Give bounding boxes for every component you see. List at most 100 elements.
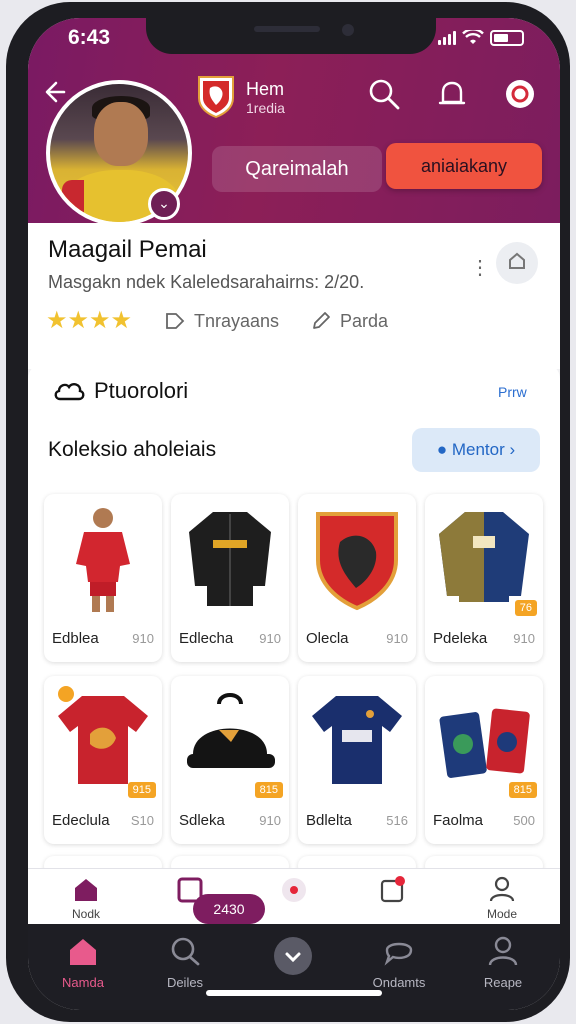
user-icon [489,876,515,902]
mentor-button[interactable]: ● Mentor › [412,428,540,472]
product-label: Sdleka [179,812,225,829]
scarf-image [439,708,530,778]
share-icon [509,252,525,269]
jacket-image [189,512,271,606]
player-kit-image [76,508,130,612]
product-label: Bdlelta [306,812,352,829]
product-card[interactable]: Olecla 910 [298,494,416,662]
chevron-right-icon: › [509,440,516,459]
tab-inbox[interactable] [354,876,430,909]
nav-home[interactable]: Namda [38,936,128,990]
price-tag: 915 [127,782,156,798]
more-options-icon[interactable]: ⋮ [470,255,490,280]
product-card[interactable]: Bdlelta 516 [298,676,416,844]
bell-icon[interactable] [434,76,470,112]
product-price: 910 [259,631,281,646]
club-crest-image [316,512,398,611]
player-name: Maagail Pemai [48,236,207,263]
view-all-link[interactable]: Prrw [498,384,527,400]
club-crest-icon [198,76,234,118]
message-icon[interactable] [502,76,538,112]
section-title: Ptuorolori [52,378,188,404]
inbox-icon [380,876,405,903]
nav-search[interactable]: Deiles [140,936,230,990]
price-tag: 76 [514,600,537,616]
player-description: Masgakn ndek Kaleledsarahairns: 2/20. [48,272,365,292]
product-card[interactable]: Edlecha 910 [171,494,289,662]
chat-icon [384,942,413,966]
cloud-icon [54,383,85,401]
mentor-label: Mentor [451,440,505,459]
product-label: Edblea [52,630,99,647]
long-sleeve-jersey-image [439,512,529,602]
price-tag: 815 [508,782,537,798]
product-price: 910 [513,631,535,646]
product-label: Edlecha [179,630,234,647]
screen: 6:43 ⌄ Hem 1redia Qareimalah aniaiakany … [28,18,560,1010]
product-price: S10 [130,813,154,828]
search-icon[interactable] [366,76,402,112]
action-item-2[interactable]: Parda [310,310,388,332]
signal-icon [438,31,456,45]
action-label-2: Parda [340,310,389,331]
product-price: 910 [132,631,154,646]
tab-profile[interactable]: Mode [464,876,540,921]
wifi-icon [462,30,484,44]
search-icon [171,937,200,966]
follow-button[interactable]: Qareimalah [212,146,382,192]
home-indicator [206,990,382,996]
product-label: Edeclula [52,812,110,829]
product-label: Faolma [433,812,484,829]
info-icon: ● [436,440,448,459]
nav-label: Namda [62,975,104,990]
action-label-1: Tnrayaans [194,310,280,331]
collection-title: Koleksio aholeiais [48,438,217,461]
user-icon [488,936,518,966]
rating-stars: ★★★★ [46,307,133,334]
product-card[interactable]: 76 Pdeleka 910 [425,494,543,662]
action-item-1[interactable]: Tnrayaans [164,310,279,332]
record-icon [282,878,306,902]
home-icon [70,939,96,965]
product-price: 910 [386,631,408,646]
tab-center[interactable] [256,876,332,909]
floating-pill[interactable]: 2430 [193,894,265,924]
club-subtitle: 1redia [246,100,285,116]
chevron-down-icon[interactable]: ⌄ [148,188,180,220]
camera-notch [146,18,436,54]
section-title-text: Ptuorolori [94,378,189,403]
home-icon [75,879,97,901]
cap-image [187,693,275,768]
price-tag: 815 [254,782,283,798]
pencil-icon [313,312,330,329]
nav-label: Ondamts [372,975,426,990]
product-card[interactable]: Edblea 910 [44,494,162,662]
product-card[interactable]: 915 Edeclula S10 [44,676,162,844]
share-button[interactable] [496,242,538,284]
chevron-down-icon [274,937,312,975]
nav-profile[interactable]: Reape [458,936,548,990]
status-time: 6:43 [68,26,111,49]
battery-icon [490,30,524,46]
nav-messages[interactable]: Ondamts [354,936,444,990]
tag-icon [166,313,185,329]
nav-label: Reape [483,975,523,990]
product-card[interactable]: 815 Sdleka 910 [171,676,289,844]
tab-label: Nodk [71,907,100,921]
club-name: Hem [246,79,285,99]
status-icons [438,30,524,46]
primary-action-button[interactable]: aniaiakany [386,143,542,189]
nav-label: Deiles [166,975,204,990]
tab-home[interactable]: Nodk [48,876,124,921]
nav-center[interactable] [248,936,338,981]
product-label: Pdeleka [433,630,488,647]
tab-label: Mode [486,907,518,921]
phone-frame: 6:43 ⌄ Hem 1redia Qareimalah aniaiakany … [6,2,570,1022]
away-jersey-image [312,696,402,784]
product-label: Olecla [306,630,349,647]
product-price: 910 [259,813,281,828]
home-jersey-image [58,686,148,784]
product-card[interactable]: 815 Faolma 500 [425,676,543,844]
arrow-left-icon [45,81,66,103]
product-price: 500 [513,813,535,828]
